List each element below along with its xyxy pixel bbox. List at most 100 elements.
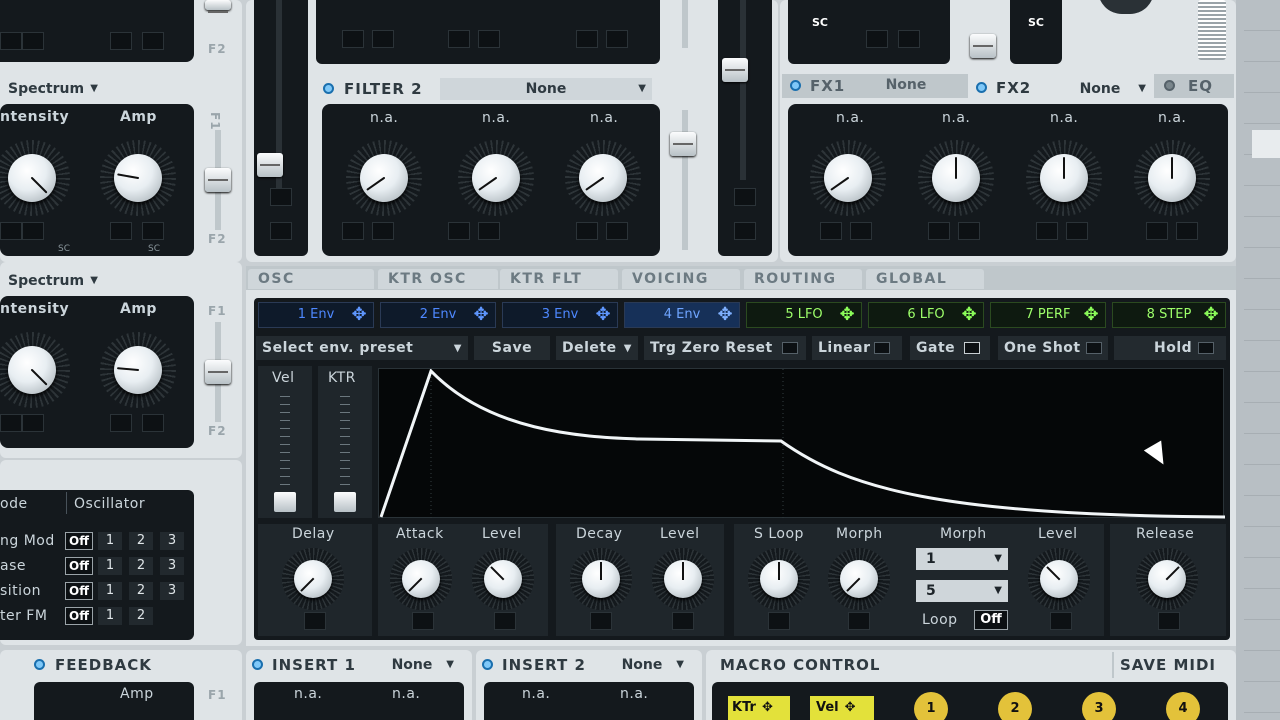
fx1-power-icon[interactable] [790, 80, 801, 91]
mod-slot[interactable] [448, 222, 470, 240]
mod-slot[interactable] [372, 30, 394, 48]
mod-slot[interactable] [22, 414, 44, 432]
mod-slot[interactable] [848, 612, 870, 630]
macro-knob-3[interactable]: 3 [1082, 692, 1116, 720]
linear-checkbox[interactable] [874, 342, 890, 354]
move-icon[interactable]: ✥ [1081, 305, 1101, 325]
osc-row-1-button[interactable]: 1 [98, 582, 122, 600]
osc-row-3-button[interactable]: 3 [160, 557, 184, 575]
macro-knob-2[interactable]: 2 [998, 692, 1032, 720]
macro-knob-4[interactable]: 4 [1166, 692, 1200, 720]
morph-select-2[interactable]: 5 ▼ [916, 580, 1008, 602]
osc-row-2-button[interactable]: 2 [129, 532, 153, 550]
env-tab-3[interactable]: 3 Env ✥ [502, 302, 618, 328]
step-tab-8[interactable]: 8 STEP ✥ [1112, 302, 1226, 328]
mod-slot[interactable] [22, 32, 44, 50]
osc-row-off-button[interactable]: Off [65, 607, 93, 625]
mod-slot[interactable] [342, 30, 364, 48]
lfo-tab-6[interactable]: 6 LFO ✥ [868, 302, 984, 328]
move-icon[interactable]: ✥ [471, 305, 491, 325]
ktr-slider-handle[interactable] [334, 492, 356, 512]
move-icon[interactable]: ✥ [959, 305, 979, 325]
amp-knob-2[interactable] [100, 332, 176, 408]
mod-slot[interactable] [576, 222, 598, 240]
mod-slot[interactable] [1146, 222, 1168, 240]
mod-slot[interactable] [734, 188, 756, 206]
lfo-tab-5[interactable]: 5 LFO ✥ [746, 302, 862, 328]
fx1-type-select[interactable]: None [860, 74, 952, 96]
mod-slot[interactable] [0, 414, 22, 432]
mod-slot[interactable] [820, 222, 842, 240]
gate-checkbox[interactable] [964, 342, 980, 354]
level-knob[interactable] [472, 548, 534, 610]
filter-balance-fader-2[interactable] [205, 360, 231, 384]
move-icon[interactable]: ✥ [349, 305, 369, 325]
mod-slot[interactable] [928, 222, 950, 240]
sloop-knob[interactable] [748, 548, 810, 610]
filter2-type-select[interactable]: None ▼ [440, 78, 652, 100]
mod-slot[interactable] [590, 612, 612, 630]
fx1-tab[interactable]: FX1 [810, 77, 845, 95]
insert1-type-select[interactable]: None ▼ [364, 654, 460, 676]
tab-voicing[interactable]: VOICING [622, 269, 740, 289]
mod-slot[interactable] [494, 612, 516, 630]
trg-zero-reset-checkbox[interactable] [782, 342, 798, 354]
tab-global[interactable]: GLOBAL [866, 269, 984, 289]
vel-slider-handle[interactable] [274, 492, 296, 512]
mod-slot[interactable] [1050, 612, 1072, 630]
osc-row-2-button[interactable]: 2 [129, 607, 153, 625]
morph-knob[interactable] [828, 548, 890, 610]
tab-ktr-osc[interactable]: KTR OSC [378, 269, 498, 289]
insert2-type-select[interactable]: None ▼ [594, 654, 690, 676]
filter2-power-icon[interactable] [323, 83, 334, 94]
env-tab-1[interactable]: 1 Env ✥ [258, 302, 374, 328]
mod-slot[interactable] [1036, 222, 1058, 240]
mod-slot[interactable] [1176, 222, 1198, 240]
filter-balance-fader-top[interactable] [205, 0, 231, 13]
fx-knob-3[interactable] [1026, 140, 1102, 216]
mod-slot[interactable] [606, 30, 628, 48]
mod-slot[interactable] [734, 222, 756, 240]
fx2-type-select[interactable]: None ▼ [1048, 78, 1152, 100]
envelope-display[interactable] [378, 368, 1226, 519]
mod-slot[interactable] [142, 222, 164, 240]
save-midi-button[interactable]: SAVE MIDI [1120, 656, 1216, 674]
filter-balance-fader[interactable] [205, 168, 231, 192]
mod-slot[interactable] [576, 30, 598, 48]
eq-power-icon[interactable] [1164, 80, 1175, 91]
osc-row-1-button[interactable]: 1 [98, 532, 122, 550]
level-knob-3[interactable] [1028, 548, 1090, 610]
mod-slot[interactable] [478, 30, 500, 48]
env-preset-select[interactable]: Select env. preset ▼ [256, 336, 468, 360]
mod-slot[interactable] [606, 222, 628, 240]
mod-slot[interactable] [110, 32, 132, 50]
left-filter2-mode-select[interactable]: Spectrum ▼ [0, 270, 104, 292]
decay-knob[interactable] [570, 548, 632, 610]
mod-slot[interactable] [110, 222, 132, 240]
volume-fader[interactable] [257, 153, 283, 177]
release-knob[interactable] [1136, 548, 1198, 610]
hold-checkbox[interactable] [1198, 342, 1214, 354]
amp-knob[interactable] [100, 140, 176, 216]
mod-slot[interactable] [850, 222, 872, 240]
mod-slot[interactable] [142, 32, 164, 50]
tab-ktr-flt[interactable]: KTR FLT [500, 269, 618, 289]
mod-slot[interactable] [22, 222, 44, 240]
move-icon[interactable]: ✥ [593, 305, 613, 325]
fx-knob-1[interactable] [810, 140, 886, 216]
env-tab-4[interactable]: 4 Env ✥ [624, 302, 740, 328]
mod-slot[interactable] [958, 222, 980, 240]
insert2-power-icon[interactable] [482, 659, 493, 670]
tab-osc[interactable]: OSC [248, 269, 374, 289]
mod-slot[interactable] [0, 32, 22, 50]
sustain-level-knob[interactable] [652, 548, 714, 610]
osc-row-off-button[interactable]: Off [65, 557, 93, 575]
filter2-knob-1[interactable] [346, 140, 422, 216]
move-icon[interactable]: ✥ [837, 305, 857, 325]
tab-routing[interactable]: ROUTING [744, 269, 862, 289]
fx-knob-4[interactable] [1134, 140, 1210, 216]
fx-knob-2[interactable] [918, 140, 994, 216]
insert1-power-icon[interactable] [252, 659, 263, 670]
mod-slot[interactable] [270, 222, 292, 240]
mod-slot[interactable] [304, 612, 326, 630]
